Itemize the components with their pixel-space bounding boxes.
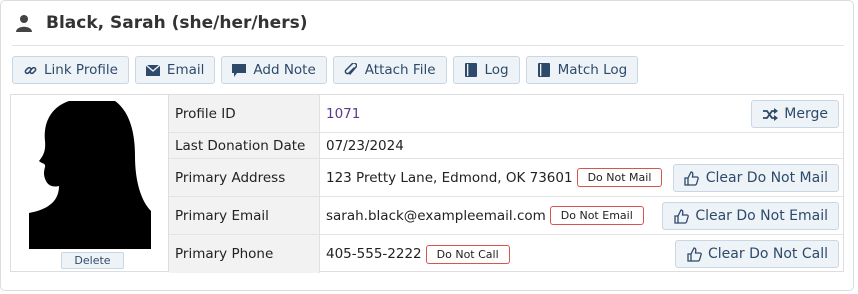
profile-id-value-cell: 1071 Merge	[320, 95, 843, 132]
primary-address-label: Primary Address	[169, 159, 320, 196]
link-profile-label: Link Profile	[44, 62, 118, 78]
primary-phone-value: 405-555-2222	[326, 246, 422, 262]
primary-email-label: Primary Email	[169, 197, 320, 234]
clear-do-not-call-button[interactable]: Clear Do Not Call	[675, 240, 839, 268]
thumbs-up-icon	[684, 170, 700, 186]
primary-phone-value-cell: 405-555-2222 Do Not Call Clear Do Not Ca…	[320, 235, 843, 273]
email-label: Email	[166, 62, 205, 78]
profile-photo	[29, 101, 151, 249]
clear-do-not-call-label: Clear Do Not Call	[708, 246, 828, 262]
clear-do-not-mail-button[interactable]: Clear Do Not Mail	[672, 164, 839, 192]
primary-phone-label: Primary Phone	[169, 235, 320, 273]
action-toolbar: Link Profile Email Add Note Attach File …	[12, 56, 644, 84]
thumbs-up-icon	[686, 246, 702, 262]
delete-photo-button[interactable]: Delete	[61, 252, 124, 269]
details-table: Profile ID 1071 Merge Last Donation Date…	[169, 95, 843, 273]
primary-email-value: sarah.black@exampleemail.com	[326, 207, 546, 224]
primary-address-value-cell: 123 Pretty Lane, Edmond, OK 73601 Do Not…	[320, 159, 843, 196]
link-profile-button[interactable]: Link Profile	[12, 56, 129, 84]
paperclip-icon	[344, 63, 358, 77]
match-log-label: Match Log	[557, 62, 628, 78]
profile-card: Black, Sarah (she/her/hers) Link Profile…	[0, 0, 854, 291]
page-title: Black, Sarah (she/her/hers)	[46, 13, 308, 33]
clear-do-not-email-button[interactable]: Clear Do Not Email	[662, 202, 839, 230]
profile-id-row: Profile ID 1071 Merge	[169, 95, 843, 133]
do-not-mail-badge: Do Not Mail	[576, 168, 663, 187]
book-icon	[464, 63, 478, 77]
clear-do-not-email-label: Clear Do Not Email	[695, 208, 828, 224]
log-label: Log	[484, 62, 509, 78]
profile-header: Black, Sarah (she/her/hers)	[12, 1, 844, 46]
attach-file-label: Attach File	[364, 62, 436, 78]
last-donation-row: Last Donation Date 07/23/2024	[169, 133, 843, 159]
primary-email-value-cell: sarah.black@exampleemail.com Do Not Emai…	[320, 197, 843, 234]
add-note-label: Add Note	[253, 62, 316, 78]
last-donation-value: 07/23/2024	[326, 137, 404, 154]
thumbs-up-icon	[673, 208, 689, 224]
primary-email-row: Primary Email sarah.black@exampleemail.c…	[169, 197, 843, 235]
add-note-button[interactable]: Add Note	[221, 56, 327, 84]
email-button[interactable]: Email	[134, 56, 216, 84]
match-log-button[interactable]: Match Log	[525, 56, 639, 84]
primary-address-row: Primary Address 123 Pretty Lane, Edmond,…	[169, 159, 843, 197]
person-icon	[15, 12, 37, 34]
profile-details: Delete Profile ID 1071 Merge Last Donati…	[10, 94, 844, 273]
primary-phone-row: Primary Phone 405-555-2222 Do Not Call C…	[169, 235, 843, 273]
log-button[interactable]: Log	[452, 56, 520, 84]
shuffle-icon	[762, 106, 778, 122]
envelope-icon	[145, 63, 160, 77]
profile-id-link[interactable]: 1071	[326, 106, 360, 122]
primary-address-value: 123 Pretty Lane, Edmond, OK 73601	[326, 169, 573, 186]
book-icon	[537, 63, 551, 77]
profile-id-label: Profile ID	[169, 95, 320, 132]
merge-label: Merge	[784, 106, 828, 122]
link-icon	[23, 63, 37, 77]
last-donation-label: Last Donation Date	[169, 133, 320, 158]
clear-do-not-mail-label: Clear Do Not Mail	[705, 170, 828, 186]
merge-button[interactable]: Merge	[751, 100, 839, 128]
photo-cell: Delete	[11, 95, 169, 271]
do-not-call-badge: Do Not Call	[425, 244, 510, 264]
do-not-email-badge: Do Not Email	[549, 206, 644, 225]
comment-icon	[232, 63, 247, 77]
attach-file-button[interactable]: Attach File	[332, 56, 447, 84]
